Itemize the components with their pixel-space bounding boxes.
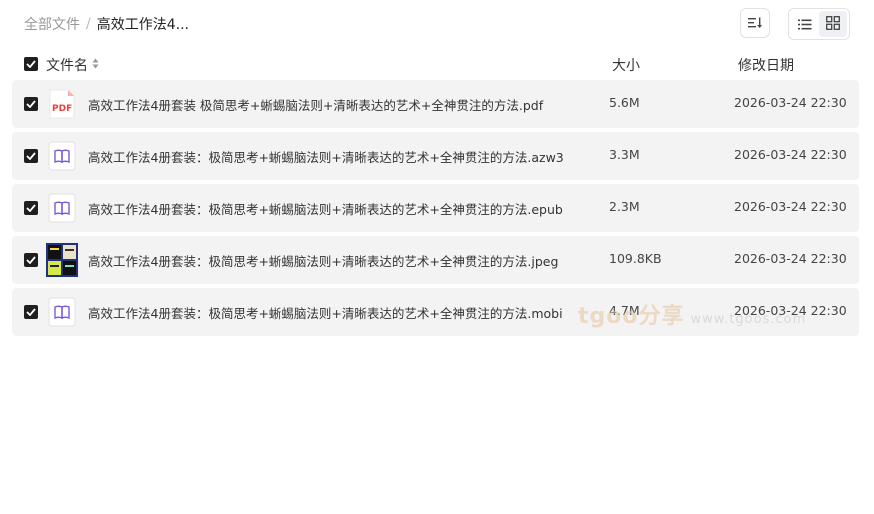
file-row[interactable]: 高效工作法4册套装：极简思考+蜥蜴脑法则+清晰表达的艺术+全神贯注的方法.jpe… (12, 236, 859, 284)
image-thumbnail (46, 243, 78, 277)
column-header-date[interactable]: 修改日期 (738, 55, 794, 75)
ebook-icon (48, 193, 76, 223)
file-name[interactable]: 高效工作法4册套装：极简思考+蜥蜴脑法则+清晰表达的艺术+全神贯注的方法.mob… (88, 303, 563, 322)
list-view-button[interactable] (791, 11, 819, 37)
file-size: 109.8KB (609, 251, 662, 266)
ebook-icon (48, 141, 76, 171)
file-row[interactable]: 高效工作法4册套装：极简思考+蜥蜴脑法则+清晰表达的艺术+全神贯注的方法.epu… (12, 184, 859, 232)
file-date: 2026-03-24 22:30 (734, 199, 847, 214)
top-bar: 全部文件 / 高效工作法4... (0, 0, 874, 48)
file-size: 5.6M (609, 95, 640, 110)
breadcrumb-separator: / (86, 16, 91, 32)
file-row[interactable]: PDF 高效工作法4册套装 极简思考+蜥蜴脑法则+清晰表达的艺术+全神贯注的方法… (12, 80, 859, 128)
breadcrumb-current: 高效工作法4... (96, 17, 189, 33)
file-size: 3.3M (609, 147, 640, 162)
file-row[interactable]: 高效工作法4册套装：极简思考+蜥蜴脑法则+清晰表达的艺术+全神贯注的方法.mob… (12, 288, 859, 336)
file-date: 2026-03-24 22:30 (734, 147, 847, 162)
file-date: 2026-03-24 22:30 (734, 95, 847, 110)
table-header: 文件名 大小 修改日期 (12, 52, 859, 76)
breadcrumb: 全部文件 / 高效工作法4... (24, 14, 189, 34)
file-date: 2026-03-24 22:30 (734, 251, 847, 266)
grid-view-button[interactable] (819, 11, 847, 37)
row-checkbox[interactable] (24, 253, 38, 267)
column-header-size[interactable]: 大小 (612, 55, 640, 75)
column-header-name[interactable]: 文件名 (46, 55, 99, 75)
svg-text:PDF: PDF (52, 104, 72, 114)
file-name[interactable]: 高效工作法4册套装 极简思考+蜥蜴脑法则+清晰表达的艺术+全神贯注的方法.pdf (88, 95, 543, 114)
column-name-label: 文件名 (46, 58, 88, 74)
row-checkbox[interactable] (24, 97, 38, 111)
file-name[interactable]: 高效工作法4册套装：极简思考+蜥蜴脑法则+清晰表达的艺术+全神贯注的方法.azw… (88, 147, 564, 166)
file-size: 2.3M (609, 199, 640, 214)
file-row[interactable]: 高效工作法4册套装：极简思考+蜥蜴脑法则+清晰表达的艺术+全神贯注的方法.azw… (12, 132, 859, 180)
row-checkbox[interactable] (24, 305, 38, 319)
ebook-icon (48, 297, 76, 327)
grid-view-icon (826, 15, 840, 34)
row-checkbox[interactable] (24, 201, 38, 215)
list-view-icon (798, 15, 812, 34)
file-name[interactable]: 高效工作法4册套装：极简思考+蜥蜴脑法则+清晰表达的艺术+全神贯注的方法.jpe… (88, 251, 558, 270)
view-toggle (788, 8, 850, 40)
sort-toggle-icon (92, 57, 99, 73)
file-name[interactable]: 高效工作法4册套装：极简思考+蜥蜴脑法则+清晰表达的艺术+全神贯注的方法.epu… (88, 199, 563, 218)
sort-icon (748, 14, 762, 33)
file-size: 4.7M (609, 303, 640, 318)
row-checkbox[interactable] (24, 149, 38, 163)
sort-button[interactable] (740, 8, 770, 38)
select-all-checkbox[interactable] (24, 57, 38, 71)
breadcrumb-root-link[interactable]: 全部文件 (24, 14, 80, 34)
pdf-icon: PDF (48, 89, 76, 119)
file-date: 2026-03-24 22:30 (734, 303, 847, 318)
